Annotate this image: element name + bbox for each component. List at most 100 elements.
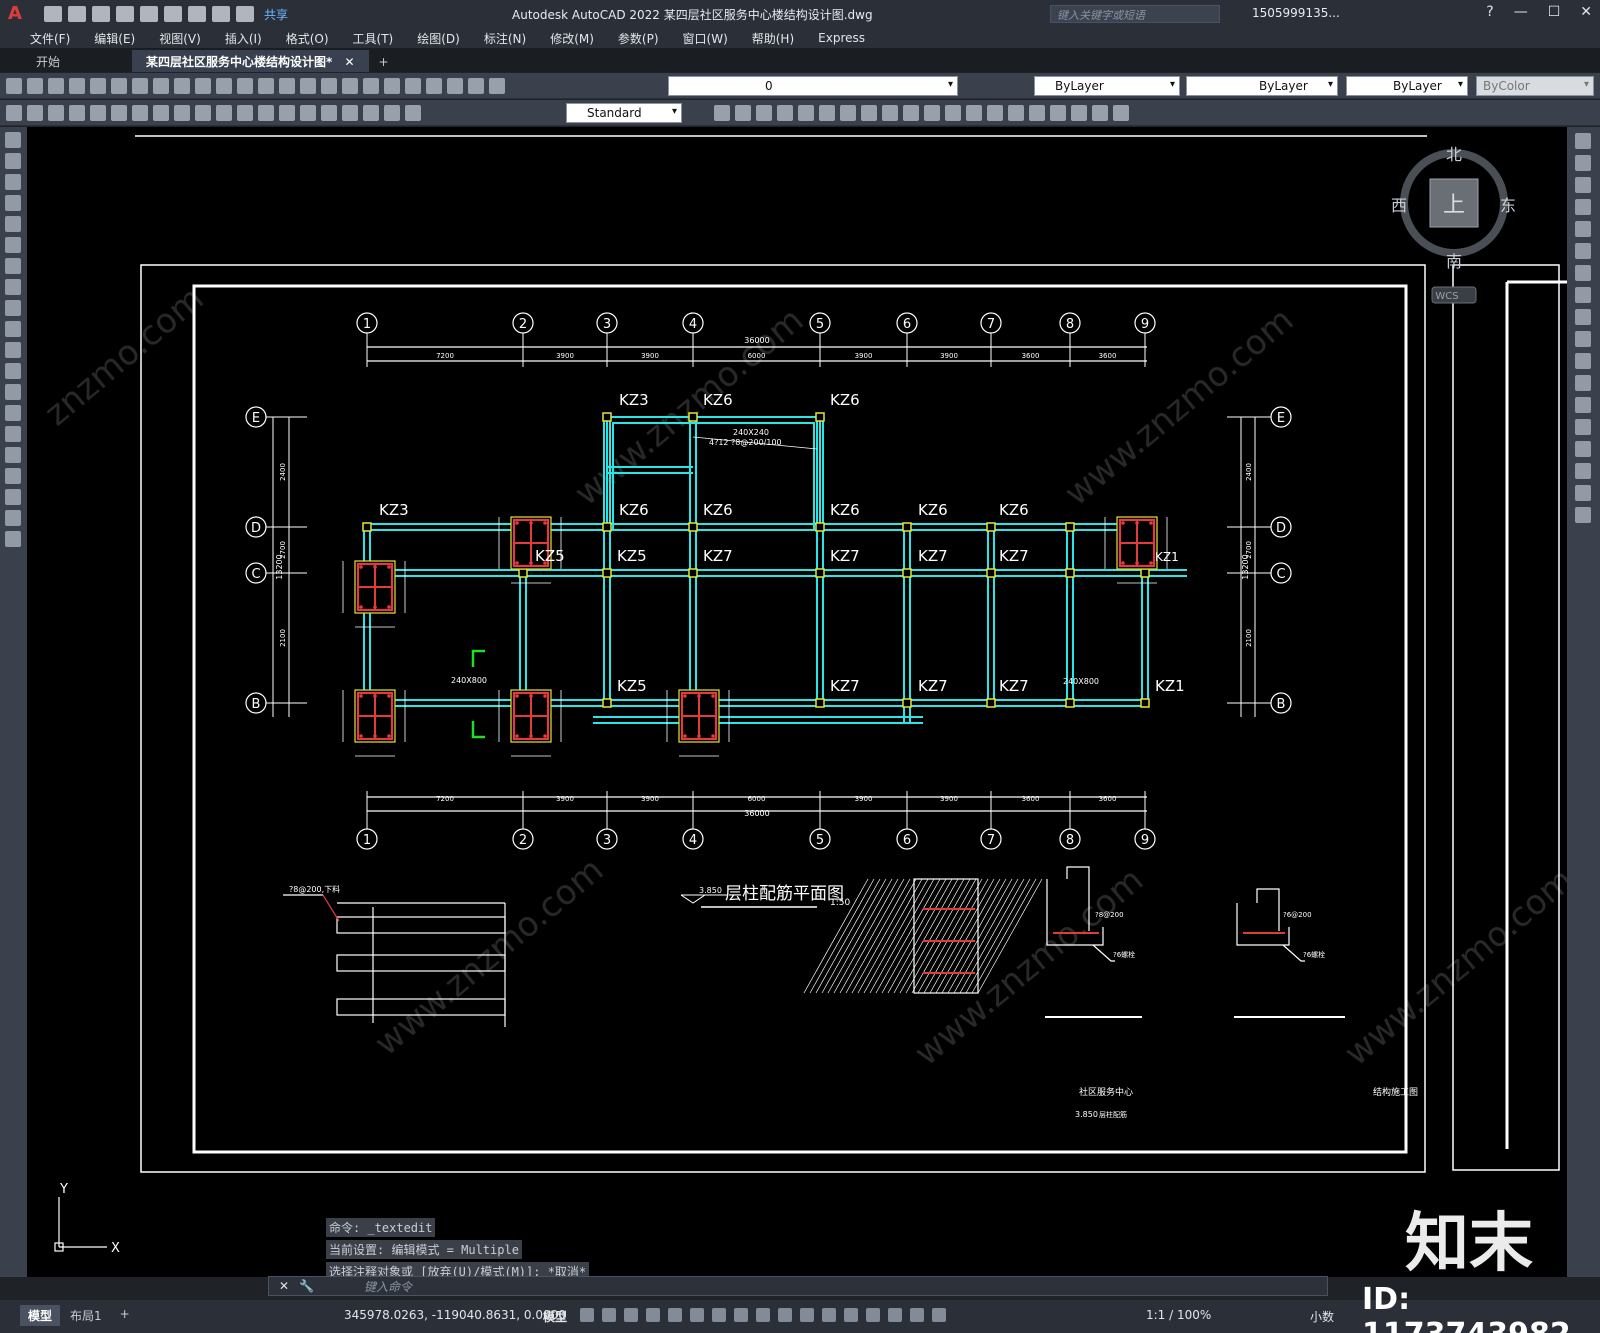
blend-icon[interactable] [1575, 485, 1591, 501]
lineweight-icon[interactable] [756, 1308, 770, 1322]
auto-scale-icon[interactable] [932, 1308, 946, 1322]
tool-redo-icon[interactable] [237, 78, 253, 94]
tab-layout1[interactable]: 布局1 [62, 1305, 110, 1326]
search-input[interactable]: 键入关键字或短语 [1050, 5, 1220, 23]
tool-palettes-icon[interactable] [384, 78, 400, 94]
model-space-button[interactable]: 模型 [543, 1308, 567, 1325]
tool-block-icon[interactable] [1050, 105, 1066, 121]
save-icon[interactable] [92, 6, 110, 22]
tool-offset-icon[interactable] [777, 105, 793, 121]
rectangle-icon[interactable] [5, 216, 21, 232]
tool-dim-update-icon[interactable] [405, 105, 421, 121]
tool-chamfer-icon[interactable] [987, 105, 1003, 121]
tool-dim-angular-icon[interactable] [153, 105, 169, 121]
menu-file[interactable]: 文件(F) [18, 30, 82, 47]
tool-array-icon[interactable] [798, 105, 814, 121]
copy-icon[interactable] [1575, 155, 1591, 171]
tool-gradient-icon[interactable] [1113, 105, 1129, 121]
tool-cut-icon[interactable] [132, 78, 148, 94]
extend-icon[interactable] [1575, 353, 1591, 369]
linetype-dropdown[interactable]: ByLayer ▾ [1186, 76, 1338, 96]
tool-stretch-icon[interactable] [882, 105, 898, 121]
gizmo-icon[interactable] [888, 1308, 902, 1322]
menu-edit[interactable]: 编辑(E) [82, 30, 147, 47]
tool-dim-continue-icon[interactable] [216, 105, 232, 121]
tool-dim-radius-icon[interactable] [90, 105, 106, 121]
menu-parametric[interactable]: 参数(P) [606, 30, 671, 47]
new-tab-button[interactable]: + [369, 52, 399, 72]
help-icon[interactable]: ? [1486, 4, 1493, 20]
hatch-icon[interactable] [5, 426, 21, 442]
tool-dim-space-icon[interactable] [237, 105, 253, 121]
tool-dim-arc-icon[interactable] [48, 105, 64, 121]
command-input[interactable]: ✕ 🔧 键入命令 [268, 1276, 1328, 1296]
layer-dropdown[interactable]: 0 ▾ [668, 76, 958, 96]
tool-dim-baseline-icon[interactable] [195, 105, 211, 121]
selection-filter-icon[interactable] [866, 1308, 880, 1322]
mirror-icon[interactable] [1575, 177, 1591, 193]
annotation-visibility-icon[interactable] [910, 1308, 924, 1322]
ellipse-arc-icon[interactable] [5, 342, 21, 358]
tool-extend-icon[interactable] [924, 105, 940, 121]
viewcube-top[interactable]: 上 [1443, 193, 1465, 218]
revcloud-icon[interactable] [5, 279, 21, 295]
tool-layer-icon[interactable] [489, 78, 505, 94]
tool-insert-icon[interactable] [1071, 105, 1087, 121]
construction-line-icon[interactable] [5, 153, 21, 169]
tool-zoom-window-icon[interactable] [300, 78, 316, 94]
infer-icon[interactable] [624, 1308, 638, 1322]
tab-start[interactable]: 开始 [22, 50, 132, 72]
polyline-icon[interactable] [5, 174, 21, 190]
menu-format[interactable]: 格式(O) [274, 30, 341, 47]
lineweight-dropdown[interactable]: ByLayer ▾ [1346, 76, 1468, 96]
join-icon[interactable] [1575, 419, 1591, 435]
line-icon[interactable] [5, 132, 21, 148]
rotate-icon[interactable] [1575, 265, 1591, 281]
tool-open-icon[interactable] [27, 78, 43, 94]
user-account[interactable]: 1505999135... [1252, 6, 1340, 20]
add-layout-button[interactable]: + [112, 1305, 138, 1326]
tool-dim-jogline-icon[interactable] [342, 105, 358, 121]
minimize-icon[interactable]: — [1514, 4, 1528, 20]
viewcube-east[interactable]: 东 [1500, 196, 1516, 215]
menu-modify[interactable]: 修改(M) [538, 30, 606, 47]
wcs-label[interactable]: WCS [1435, 291, 1458, 302]
tool-zoom-prev-icon[interactable] [321, 78, 337, 94]
open-web-icon[interactable] [140, 6, 158, 22]
tool-dim-edit-icon[interactable] [363, 105, 379, 121]
tool-matchprop-icon[interactable] [195, 78, 211, 94]
break-icon[interactable] [1575, 397, 1591, 413]
command-close-icon[interactable]: ✕ [279, 1279, 289, 1293]
tool-move-icon[interactable] [819, 105, 835, 121]
fillet-icon[interactable] [1575, 463, 1591, 479]
offset-icon[interactable] [1575, 199, 1591, 215]
undo-icon[interactable] [212, 6, 230, 22]
tool-rotate-icon[interactable] [840, 105, 856, 121]
textstyle-dropdown[interactable]: Standard ▾ [566, 103, 682, 123]
tool-mirror-icon[interactable] [756, 105, 772, 121]
tool-break-icon[interactable] [945, 105, 961, 121]
menu-help[interactable]: 帮助(H) [740, 30, 806, 47]
tab-close-icon[interactable]: ✕ [344, 55, 354, 69]
tool-dim-aligned-icon[interactable] [27, 105, 43, 121]
tool-center-mark-icon[interactable] [300, 105, 316, 121]
selection-cycling-icon[interactable] [800, 1308, 814, 1322]
annotation-scale[interactable]: 1:1 / 100% [1146, 1308, 1211, 1322]
tool-fillet-icon[interactable] [1008, 105, 1024, 121]
isodraft-icon[interactable] [690, 1308, 704, 1322]
viewcube-south[interactable]: 南 [1446, 252, 1462, 271]
explode-icon[interactable] [1575, 507, 1591, 523]
circle-icon[interactable] [5, 258, 21, 274]
tool-erase-icon[interactable] [714, 105, 730, 121]
spline-icon[interactable] [5, 300, 21, 316]
dynamic-ucs-icon[interactable] [844, 1308, 858, 1322]
insert-block-icon[interactable] [5, 363, 21, 379]
tool-help-icon[interactable] [468, 78, 484, 94]
tool-paste-icon[interactable] [174, 78, 190, 94]
menu-draw[interactable]: 绘图(D) [405, 30, 472, 47]
tool-preview-icon[interactable] [90, 78, 106, 94]
tool-pan-icon[interactable] [258, 78, 274, 94]
tool-zoom-icon[interactable] [279, 78, 295, 94]
snap-icon[interactable] [602, 1308, 616, 1322]
viewcube-north[interactable]: 北 [1446, 145, 1462, 164]
